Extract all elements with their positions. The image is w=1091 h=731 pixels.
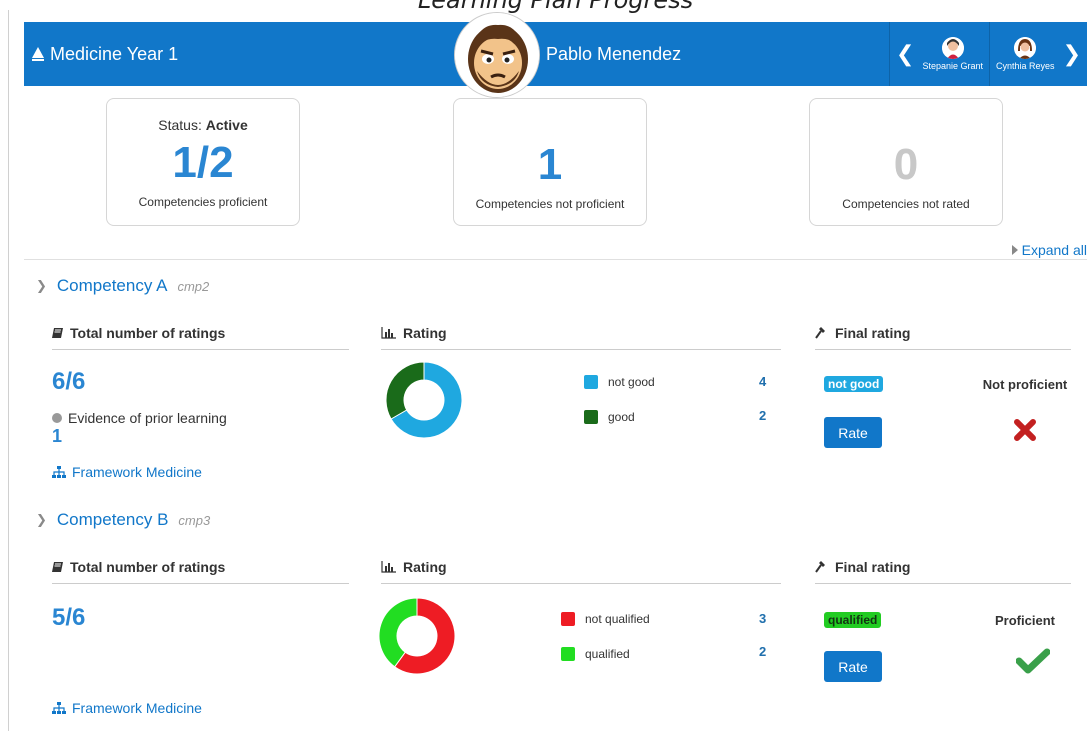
not-rated-caption: Competencies not rated [842,197,970,211]
legend-item: good [584,410,635,424]
rating-title: Rating [403,559,447,575]
rate-button[interactable]: Rate [824,417,882,448]
rating-title: Rating [403,325,447,341]
rating-donut-a [385,361,463,439]
evidence-count: 1 [52,426,63,446]
total-ratings-title: Total number of ratings [70,559,226,575]
not-proficient-caption: Competencies not proficient [475,197,625,211]
legend-count: 3 [759,611,767,626]
legend-swatch [561,647,575,661]
evidence-prior-learning[interactable]: Evidence of prior learning [52,410,227,426]
sitemap-icon [52,702,66,714]
rate-button[interactable]: Rate [824,651,882,682]
competency-a-header[interactable]: ❯ Competency A cmp2 [36,276,209,296]
framework-link[interactable]: Framework Medicine [52,464,202,480]
legend-label: qualified [585,647,630,661]
rating-badge: qualified [824,612,882,628]
rating-heading: Rating [381,325,781,350]
bar-chart-icon [381,327,396,339]
chevron-down-icon: ❯ [36,278,47,293]
stat-card-not-rated: 0 Competencies not rated [809,98,1003,226]
competency-name: Competency B [56,510,169,529]
user-navigation: ❮ Stepanie Grant Cynthia Reyes ❯ [889,22,1087,86]
not-proficient-count: 1 [537,140,563,189]
rating-donut-b [378,597,456,675]
legend-item: qualified [561,647,630,661]
competency-idnumber: cmp3 [178,512,211,528]
next-user-button[interactable]: Cynthia Reyes ❯ [989,22,1087,86]
user-name: Pablo Menendez [546,44,682,64]
competency-idnumber: cmp2 [177,278,210,294]
total-ratings-heading: Total number of ratings [52,559,349,584]
book-icon [52,328,63,338]
next-user-avatar [1014,37,1037,59]
status-label: Status: [158,117,206,133]
proficiency-result: Not proficient [982,377,1068,392]
gavel-icon [815,561,825,573]
legend-count: 2 [759,408,767,423]
chevron-right-icon: ❯ [1062,41,1081,66]
legend-swatch [584,375,598,389]
competency-name: Competency A [56,276,168,295]
total-ratings-value: 6/6 [52,368,86,395]
plan-status: Status: Active [107,117,299,133]
gear-icon [52,413,62,423]
legend-label: not qualified [585,612,650,626]
chevron-down-icon: ❯ [36,512,47,527]
status-value: Active [205,117,248,133]
next-user-name: Cynthia Reyes [996,61,1055,71]
expand-all-label: Expand all [1021,242,1087,258]
check-icon [1016,648,1050,674]
final-rating-heading: Final rating [815,325,1071,350]
bar-chart-icon [381,561,396,573]
total-ratings-heading: Total number of ratings [52,325,349,350]
legend-label: not good [608,375,655,389]
prev-user-avatar [941,37,964,59]
prev-user-name: Stepanie Grant [922,61,984,71]
user-avatar [454,12,540,98]
prev-user-button[interactable]: ❮ Stepanie Grant [889,22,989,86]
rating-badge: not good [824,376,884,392]
divider [24,259,1087,260]
total-ratings-value: 5/6 [52,604,86,631]
proficient-caption: Competencies proficient [138,195,268,209]
legend-swatch [584,410,598,424]
final-rating-heading: Final rating [815,559,1071,584]
framework-link[interactable]: Framework Medicine [52,700,202,716]
book-icon [52,562,63,572]
sitemap-icon [52,466,66,478]
gavel-icon [815,327,825,339]
legend-label: good [608,410,635,424]
stat-card-not-proficient: 1 Competencies not proficient [453,98,647,226]
page-caption: Learning Plan Progress [417,0,694,14]
framework-label: Framework Medicine [72,700,202,716]
cross-icon [1014,419,1036,441]
stat-card-proficient: Status: Active 1/2 Competencies proficie… [106,98,300,226]
legend-item: not qualified [561,612,650,626]
evidence-label: Evidence of prior learning [68,410,227,426]
expand-all-link[interactable]: Expand all [1011,242,1087,258]
final-rating-title: Final rating [835,559,911,575]
legend-item: not good [584,375,655,389]
plan-header: Medicine Year 1 Pablo Menendez ❮ Stepani… [24,12,1087,98]
framework-label: Framework Medicine [72,464,202,480]
rating-heading: Rating [381,559,781,584]
final-rating-title: Final rating [835,325,911,341]
caret-right-icon [1011,245,1018,255]
plan-title[interactable]: Medicine Year 1 [32,44,178,65]
not-rated-count: 0 [893,140,919,189]
chevron-left-icon: ❮ [896,41,915,66]
legend-count: 4 [759,374,767,389]
proficient-count: 1/2 [172,138,234,187]
total-ratings-title: Total number of ratings [70,325,226,341]
competency-b-header[interactable]: ❯ Competency B cmp3 [36,510,210,530]
plan-icon [32,46,44,61]
donut-slice [385,361,425,420]
plan-title-label: Medicine Year 1 [50,44,179,64]
frame-border [8,10,9,731]
proficiency-result: Proficient [995,613,1055,628]
legend-count: 2 [759,644,767,659]
legend-swatch [561,612,575,626]
